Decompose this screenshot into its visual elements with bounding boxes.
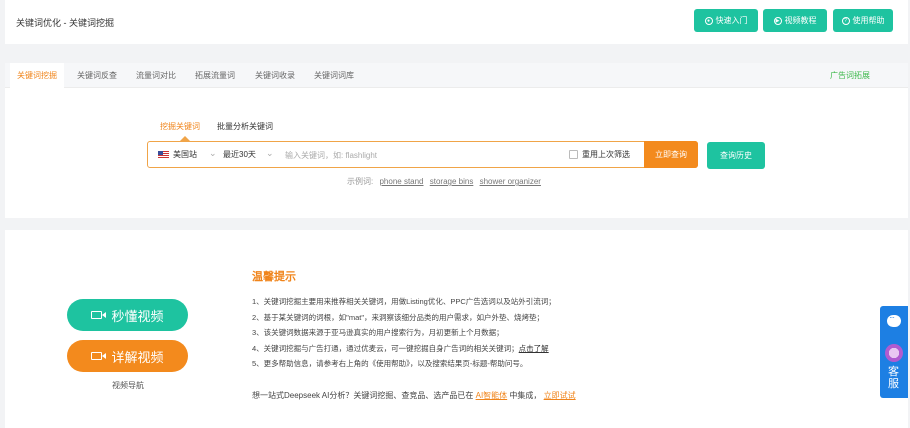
customer-service-label[interactable]: 客服 <box>888 366 900 390</box>
example-keywords: 示例词: phone stand storage bins shower org… <box>347 176 541 187</box>
tab-ad-keyword-expand[interactable]: 广告词拓展 <box>830 63 870 88</box>
quick-video-button[interactable]: 秒懂视频 <box>67 299 188 331</box>
chevron-down-icon[interactable]: ⌄ <box>209 148 217 159</box>
video-nav-label: 视频导航 <box>112 381 144 390</box>
tip-item: 1、关键词挖掘主要用来推荐相关关键词，用做Listing优化、PPC广告选词以及… <box>252 297 556 306</box>
detail-video-label: 详解视频 <box>111 349 164 365</box>
tip-item: 2、基于某关键词的词根，如"mat"，来洞察该细分品类的用户需求，如户外垫、烧烤… <box>252 312 544 322</box>
tips-panel: 秒懂视频 详解视频 视频导航 温馨提示 1、关键词挖掘主要用来推荐相关关键词，用… <box>5 230 908 428</box>
reuse-filter-label[interactable]: 重用上次筛选 <box>582 149 630 160</box>
tab-expand-traffic[interactable]: 拓展流量词 <box>195 63 235 88</box>
example-keyword[interactable]: phone stand <box>379 177 423 186</box>
search-bar: 美国站 ⌄ 最近30天 ⌄ 重用上次筛选 立即查询 <box>147 141 698 168</box>
search-panel: 关键词挖掘 关键词反查 流量词对比 拓展流量词 关键词收录 关键词词库 广告词拓… <box>5 63 908 218</box>
query-history-button[interactable]: 查询历史 <box>707 142 765 169</box>
tab-keyword-library[interactable]: 关键词词库 <box>314 63 354 88</box>
avatar[interactable] <box>885 344 903 362</box>
tips-title: 温馨提示 <box>252 271 296 283</box>
breadcrumb: 关键词优化 - 关键词挖掘 <box>16 18 114 28</box>
ai-agent-link[interactable]: AI智能体 <box>476 391 508 400</box>
tip-item-ad: 4、关键词挖掘与广告打通，通过优麦云，可一键挖掘自身广告词的相关关键词；点击了解 <box>252 343 556 359</box>
keyword-search-input[interactable] <box>285 146 555 164</box>
tab-bar: 关键词挖掘 关键词反查 流量词对比 拓展流量词 关键词收录 关键词词库 广告词拓… <box>5 63 908 88</box>
chat-icon[interactable] <box>887 313 901 327</box>
help-label: 使用帮助 <box>852 16 885 25</box>
learn-more-link[interactable]: 点击了解 <box>519 344 549 353</box>
promo-text-middle: 中集成， <box>509 391 542 400</box>
tip-text: 4、关键词挖掘与广告打通，通过优麦云，可一键挖掘自身广告词的相关关键词； <box>252 343 519 353</box>
example-keyword[interactable]: shower organizer <box>480 177 541 186</box>
video-tutorial-label: 视频教程 <box>784 16 817 25</box>
example-prefix: 示例词: <box>347 177 374 186</box>
tips-list: 1、关键词挖掘主要用来推荐相关关键词，用做Listing优化、PPC广告选词以及… <box>252 296 556 374</box>
quick-start-button[interactable]: ● 快速入门 <box>694 9 758 32</box>
promo-text: 想一站式Deepseek AI分析？关键词挖掘、查竞品、选产品已在 <box>252 391 474 400</box>
quick-video-label: 秒懂视频 <box>111 308 164 324</box>
tab-keyword-reverse[interactable]: 关键词反查 <box>77 63 117 88</box>
help-icon: ? <box>841 16 850 25</box>
subtab-mine-keywords[interactable]: 挖掘关键词 <box>160 121 200 132</box>
reuse-filter-checkbox[interactable] <box>569 150 578 159</box>
tip-item: 5、更多帮助信息，请参考右上角的《使用帮助》，以及搜索结果页-标题-帮助问号。 <box>252 359 528 368</box>
video-camera-icon <box>91 352 107 360</box>
query-button[interactable]: 立即查询 <box>644 141 698 168</box>
video-camera-icon <box>91 311 107 319</box>
try-now-link[interactable]: 立即试试 <box>544 391 576 400</box>
ai-promo: 想一站式Deepseek AI分析？关键词挖掘、查竞品、选产品已在 AI智能体 … <box>252 390 576 401</box>
chevron-down-icon[interactable]: ⌄ <box>266 148 274 159</box>
play-icon: ▶ <box>773 16 782 25</box>
help-button[interactable]: ? 使用帮助 <box>833 9 893 32</box>
tab-keyword-index[interactable]: 关键词收录 <box>255 63 295 88</box>
customer-service-float[interactable]: 客服 <box>880 306 908 398</box>
period-select[interactable]: 最近30天 <box>223 149 256 160</box>
detail-video-button[interactable]: 详解视频 <box>67 340 188 372</box>
tab-keyword-mining[interactable]: 关键词挖掘 <box>10 63 64 88</box>
quick-start-label: 快速入门 <box>715 16 748 25</box>
circle-icon: ● <box>704 16 713 25</box>
site-select[interactable]: 美国站 <box>173 149 197 160</box>
top-bar: 关键词优化 - 关键词挖掘 ● 快速入门 ▶ 视频教程 ? 使用帮助 <box>5 0 908 44</box>
example-keyword[interactable]: storage bins <box>430 177 474 186</box>
subtab-batch-analyze[interactable]: 批量分析关键词 <box>217 121 273 132</box>
video-tutorial-button[interactable]: ▶ 视频教程 <box>763 9 827 32</box>
tip-item: 3、该关键词数据来源于亚马逊真实的用户搜索行为，月初更新上个月数据； <box>252 328 504 337</box>
tab-traffic-compare[interactable]: 流量词对比 <box>136 63 176 88</box>
us-flag-icon <box>158 151 169 159</box>
